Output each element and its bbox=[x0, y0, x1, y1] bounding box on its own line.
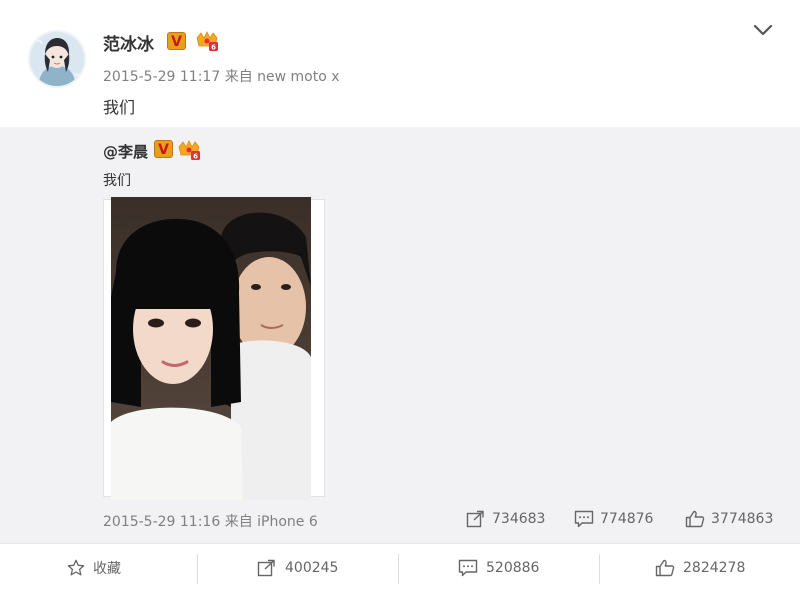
chevron-down-icon[interactable] bbox=[752, 22, 774, 38]
favorite-button[interactable]: 收藏 bbox=[67, 544, 121, 591]
original-author-link[interactable]: @李晨 bbox=[103, 141, 148, 162]
svg-text:6: 6 bbox=[193, 153, 198, 161]
original-post-text: 我们 bbox=[103, 173, 131, 189]
vip-crown-icon: 6 bbox=[177, 139, 201, 165]
original-repost-count: 734683 bbox=[492, 511, 546, 527]
like-count: 2824278 bbox=[683, 559, 746, 576]
favorite-label: 收藏 bbox=[93, 560, 121, 577]
comment-icon bbox=[574, 510, 594, 528]
svg-text:6: 6 bbox=[211, 44, 216, 52]
action-bar: 收藏 400245 520886 2824278 bbox=[0, 543, 800, 590]
original-like-stat[interactable]: 3774863 bbox=[685, 509, 773, 529]
like-button[interactable]: 2824278 bbox=[655, 544, 745, 591]
original-comment-count: 774876 bbox=[600, 511, 654, 527]
post-timestamp-source: 2015-5-29 11:17 来自 new moto x bbox=[103, 69, 340, 85]
repost-count: 400245 bbox=[285, 559, 339, 576]
avatar[interactable] bbox=[28, 30, 86, 88]
repost-container: @李晨 V 6 我们 2015-5-29 11:16 来自 iPhone 6 7… bbox=[0, 127, 800, 543]
post-text: 我们 bbox=[103, 98, 136, 117]
avatar-illustration bbox=[30, 32, 84, 86]
original-comment-stat[interactable]: 774876 bbox=[574, 509, 653, 529]
thumbs-up-icon bbox=[685, 510, 705, 528]
comment-button[interactable]: 520886 bbox=[458, 544, 539, 591]
divider bbox=[599, 554, 600, 584]
thumbs-up-icon bbox=[655, 559, 675, 576]
comment-icon bbox=[458, 559, 478, 576]
original-repost-stat[interactable]: 734683 bbox=[466, 509, 545, 529]
star-icon bbox=[67, 559, 85, 575]
verified-badge-icon: V bbox=[167, 32, 186, 50]
original-like-count: 3774863 bbox=[711, 511, 774, 527]
repost-icon bbox=[257, 559, 275, 576]
post-header: 范冰冰 V 6 2015-5-29 11:17 来自 new moto x 我们 bbox=[0, 0, 800, 127]
vip-crown-icon: 6 bbox=[195, 30, 219, 56]
divider bbox=[398, 554, 399, 584]
divider bbox=[197, 554, 198, 584]
repost-button[interactable]: 400245 bbox=[257, 544, 338, 591]
comment-count: 520886 bbox=[486, 559, 540, 576]
original-timestamp-source: 2015-5-29 11:16 来自 iPhone 6 bbox=[103, 514, 318, 530]
username[interactable]: 范冰冰 bbox=[103, 30, 154, 55]
repost-icon bbox=[466, 510, 484, 528]
verified-badge-icon: V bbox=[154, 140, 173, 158]
selfie-photo bbox=[111, 197, 311, 500]
photo-thumbnail[interactable] bbox=[103, 197, 325, 500]
